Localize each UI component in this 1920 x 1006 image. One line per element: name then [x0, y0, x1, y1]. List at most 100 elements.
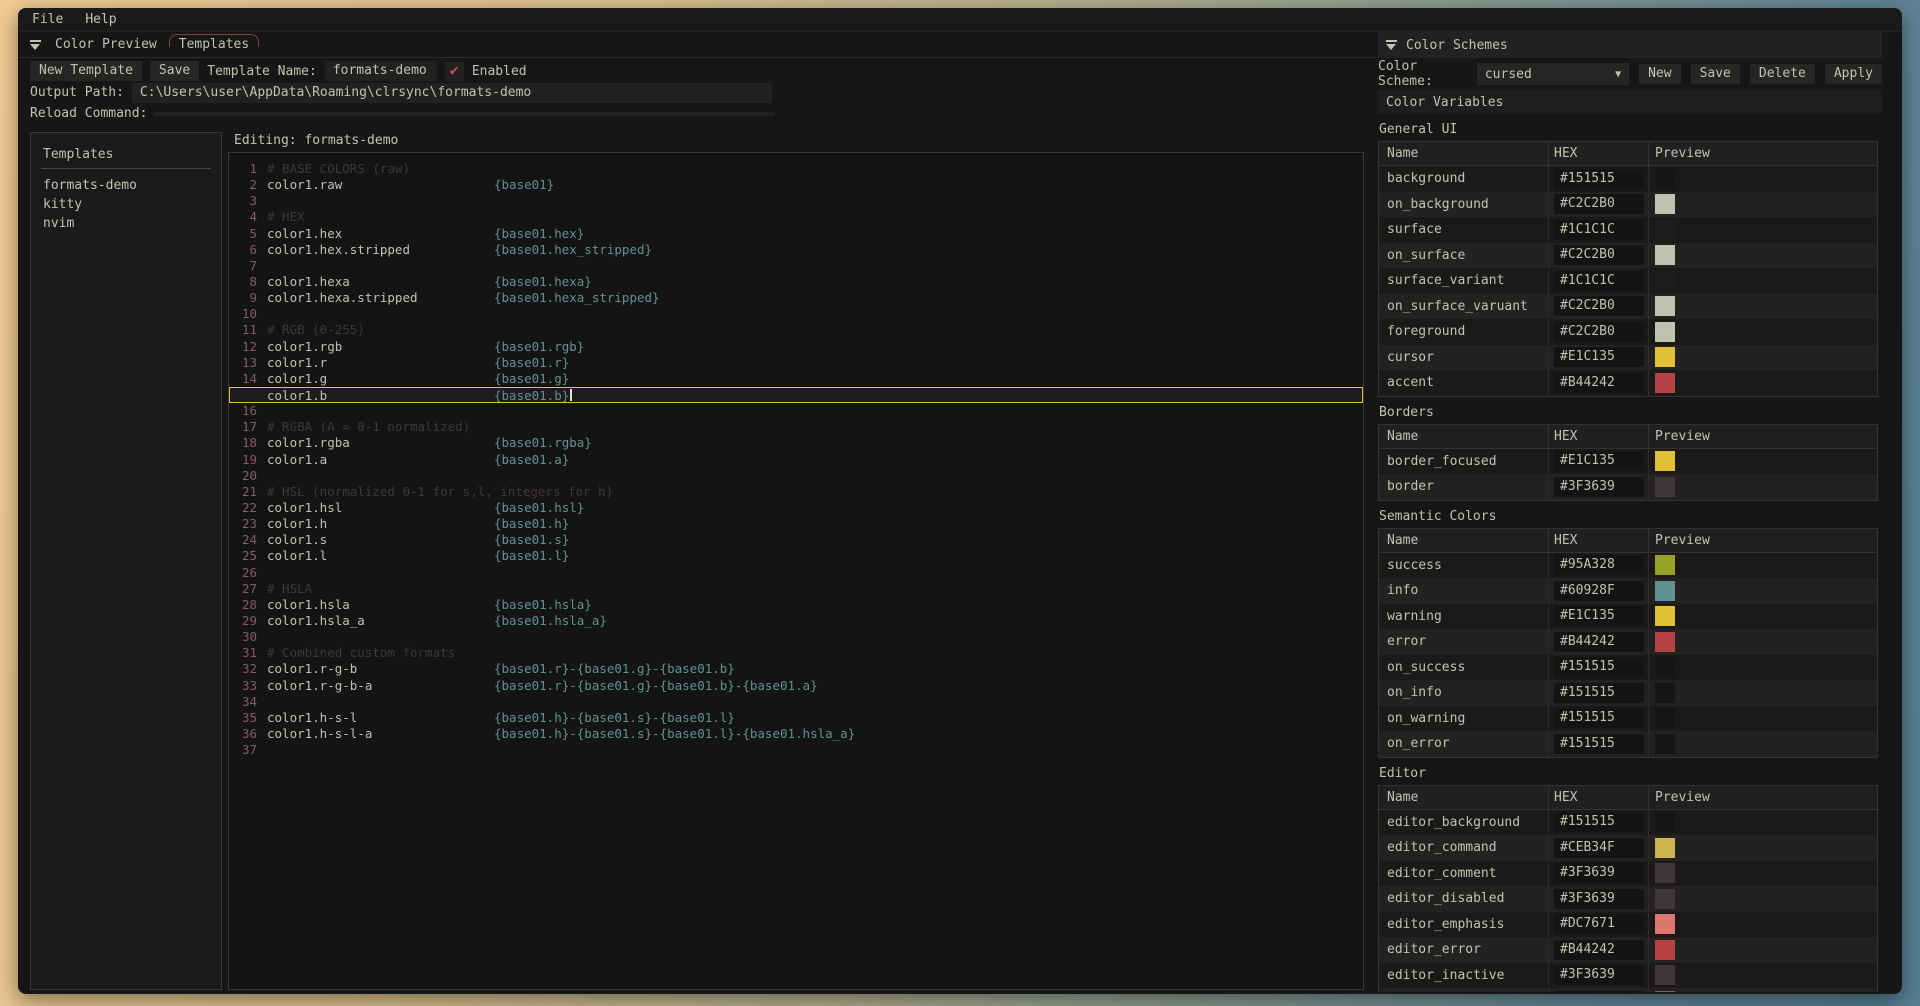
color-swatch[interactable] [1655, 271, 1675, 291]
hex-input[interactable]: #B44242 [1554, 940, 1644, 960]
hex-input[interactable]: #151515 [1554, 812, 1644, 832]
color-schemes-header[interactable]: Color Schemes [1378, 32, 1882, 58]
editor-line[interactable]: 23color1.h{base01.h} [229, 516, 1363, 532]
template-item-kitty[interactable]: kitty [41, 195, 211, 214]
color-swatch[interactable] [1655, 555, 1675, 575]
editor-line[interactable]: 13color1.r{base01.r} [229, 355, 1363, 371]
editor-line[interactable]: 33color1.r-g-b-a{base01.r}-{base01.g}-{b… [229, 678, 1363, 694]
color-swatch[interactable] [1655, 734, 1675, 754]
hex-input[interactable]: #E1C135 [1554, 451, 1644, 471]
color-swatch[interactable] [1655, 194, 1675, 214]
color-swatch[interactable] [1655, 838, 1675, 858]
color-variables-header[interactable]: Color Variables [1378, 90, 1882, 114]
save-template-button[interactable]: Save [150, 61, 199, 81]
menu-item-help[interactable]: Help [85, 12, 116, 27]
editor-line[interactable]: 6color1.hex.stripped{base01.hex_stripped… [229, 242, 1363, 258]
editor-line[interactable]: 1# BASE COLORS (raw) [229, 161, 1363, 177]
editor-line[interactable]: 4# HEX [229, 209, 1363, 225]
color-swatch[interactable] [1655, 220, 1675, 240]
template-code-editor[interactable]: 1# BASE COLORS (raw)2color1.raw{base01}3… [228, 152, 1364, 990]
editor-line[interactable]: 32color1.r-g-b{base01.r}-{base01.g}-{bas… [229, 661, 1363, 677]
color-swatch[interactable] [1655, 708, 1675, 728]
color-swatch[interactable] [1655, 477, 1675, 497]
color-swatch[interactable] [1655, 606, 1675, 626]
color-swatch[interactable] [1655, 245, 1675, 265]
scheme-apply-button[interactable]: Apply [1825, 64, 1882, 84]
editor-line[interactable]: 16 [229, 403, 1363, 419]
color-swatch[interactable] [1655, 169, 1675, 189]
editor-line[interactable]: 19color1.a{base01.a} [229, 452, 1363, 468]
editor-line[interactable]: 22color1.hsl{base01.hsl} [229, 500, 1363, 516]
color-swatch[interactable] [1655, 863, 1675, 883]
template-item-nvim[interactable]: nvim [41, 214, 211, 233]
editor-line[interactable]: 3 [229, 193, 1363, 209]
color-scheme-select[interactable]: cursed ▼ [1477, 63, 1629, 85]
color-swatch[interactable] [1655, 657, 1675, 677]
template-name-input[interactable]: formats-demo [325, 61, 437, 81]
collapse-arrow-icon[interactable] [30, 39, 41, 51]
tab-color-preview[interactable]: Color Preview [47, 34, 165, 56]
hex-input[interactable]: #B44242 [1554, 632, 1644, 652]
color-swatch[interactable] [1655, 581, 1675, 601]
color-swatch[interactable] [1655, 683, 1675, 703]
editor-line[interactable]: 12color1.rgb{base01.rgb} [229, 339, 1363, 355]
hex-input[interactable]: #60928F [1554, 581, 1644, 601]
hex-input[interactable]: #C2C2B0 [1554, 322, 1644, 342]
editor-line[interactable]: 30 [229, 629, 1363, 645]
color-swatch[interactable] [1655, 296, 1675, 316]
menu-item-file[interactable]: File [32, 12, 63, 27]
template-item-formats-demo[interactable]: formats-demo [41, 176, 211, 195]
editor-line[interactable]: 37 [229, 742, 1363, 758]
hex-input[interactable]: #E1C135 [1554, 347, 1644, 367]
hex-input[interactable]: #151515 [1554, 169, 1644, 189]
editor-line[interactable]: 8color1.hexa{base01.hexa} [229, 274, 1363, 290]
scheme-save-button[interactable]: Save [1691, 64, 1740, 84]
editor-line[interactable]: 25color1.l{base01.l} [229, 548, 1363, 564]
hex-input[interactable]: #3F3639 [1554, 889, 1644, 909]
color-swatch[interactable] [1655, 940, 1675, 960]
hex-input[interactable]: #C2C2B0 [1554, 296, 1644, 316]
hex-input[interactable]: #CEB34F [1554, 838, 1644, 858]
editor-line[interactable]: 20 [229, 468, 1363, 484]
hex-input[interactable]: #151515 [1554, 708, 1644, 728]
scheme-new-button[interactable]: New [1639, 64, 1680, 84]
editor-line[interactable]: 34 [229, 694, 1363, 710]
editor-line[interactable]: 9color1.hexa.stripped{base01.hexa_stripp… [229, 290, 1363, 306]
editor-line[interactable]: 36color1.h-s-l-a{base01.h}-{base01.s}-{b… [229, 726, 1363, 742]
hex-input[interactable]: #C2C2B0 [1554, 245, 1644, 265]
scheme-delete-button[interactable]: Delete [1750, 64, 1815, 84]
editor-line[interactable]: 35color1.h-s-l{base01.h}-{base01.s}-{bas… [229, 710, 1363, 726]
hex-input[interactable]: #151515 [1554, 734, 1644, 754]
editor-line[interactable]: 28color1.hsla{base01.hsla} [229, 597, 1363, 613]
hex-input[interactable]: #3F3639 [1554, 965, 1644, 985]
section-header-borders[interactable]: Borders [1379, 405, 1882, 421]
hex-input[interactable]: #1C1C1C [1554, 220, 1644, 240]
color-swatch[interactable] [1655, 632, 1675, 652]
color-swatch[interactable] [1655, 965, 1675, 985]
reload-command-input[interactable] [155, 112, 775, 116]
section-header-semantic-colors[interactable]: Semantic Colors [1379, 509, 1882, 525]
color-swatch[interactable] [1655, 914, 1675, 934]
enabled-checkbox[interactable]: ✔ [445, 62, 464, 81]
section-header-general-ui[interactable]: General UI [1379, 122, 1882, 138]
color-swatch[interactable] [1655, 812, 1675, 832]
editor-line[interactable]: 21# HSL (normalized 0-1 for s,l, integer… [229, 484, 1363, 500]
editor-line[interactable]: 26 [229, 565, 1363, 581]
hex-input[interactable]: #DC7671 [1554, 914, 1644, 934]
editor-line[interactable]: 18color1.rgba{base01.rgba} [229, 435, 1363, 451]
editor-line[interactable]: 2color1.raw{base01} [229, 177, 1363, 193]
editor-line[interactable]: 7 [229, 258, 1363, 274]
editor-line[interactable]: 31# Combined custom formats [229, 645, 1363, 661]
color-swatch[interactable] [1655, 347, 1675, 367]
hex-input[interactable]: #B44242 [1554, 373, 1644, 393]
new-template-button[interactable]: New Template [30, 61, 142, 81]
color-swatch[interactable] [1655, 373, 1675, 393]
editor-line[interactable]: 11# RGB (0-255) [229, 322, 1363, 338]
editor-line[interactable]: 17# RGBA (A = 0-1 normalized) [229, 419, 1363, 435]
editor-line[interactable]: 27# HSLA [229, 581, 1363, 597]
color-swatch[interactable] [1655, 322, 1675, 342]
section-header-editor[interactable]: Editor [1379, 766, 1882, 782]
hex-input[interactable]: #C2C2B0 [1554, 194, 1644, 214]
hex-input[interactable]: #86596C [1554, 991, 1644, 992]
active-editor-line[interactable]: 15color1.b{base01.b} [229, 387, 1363, 403]
